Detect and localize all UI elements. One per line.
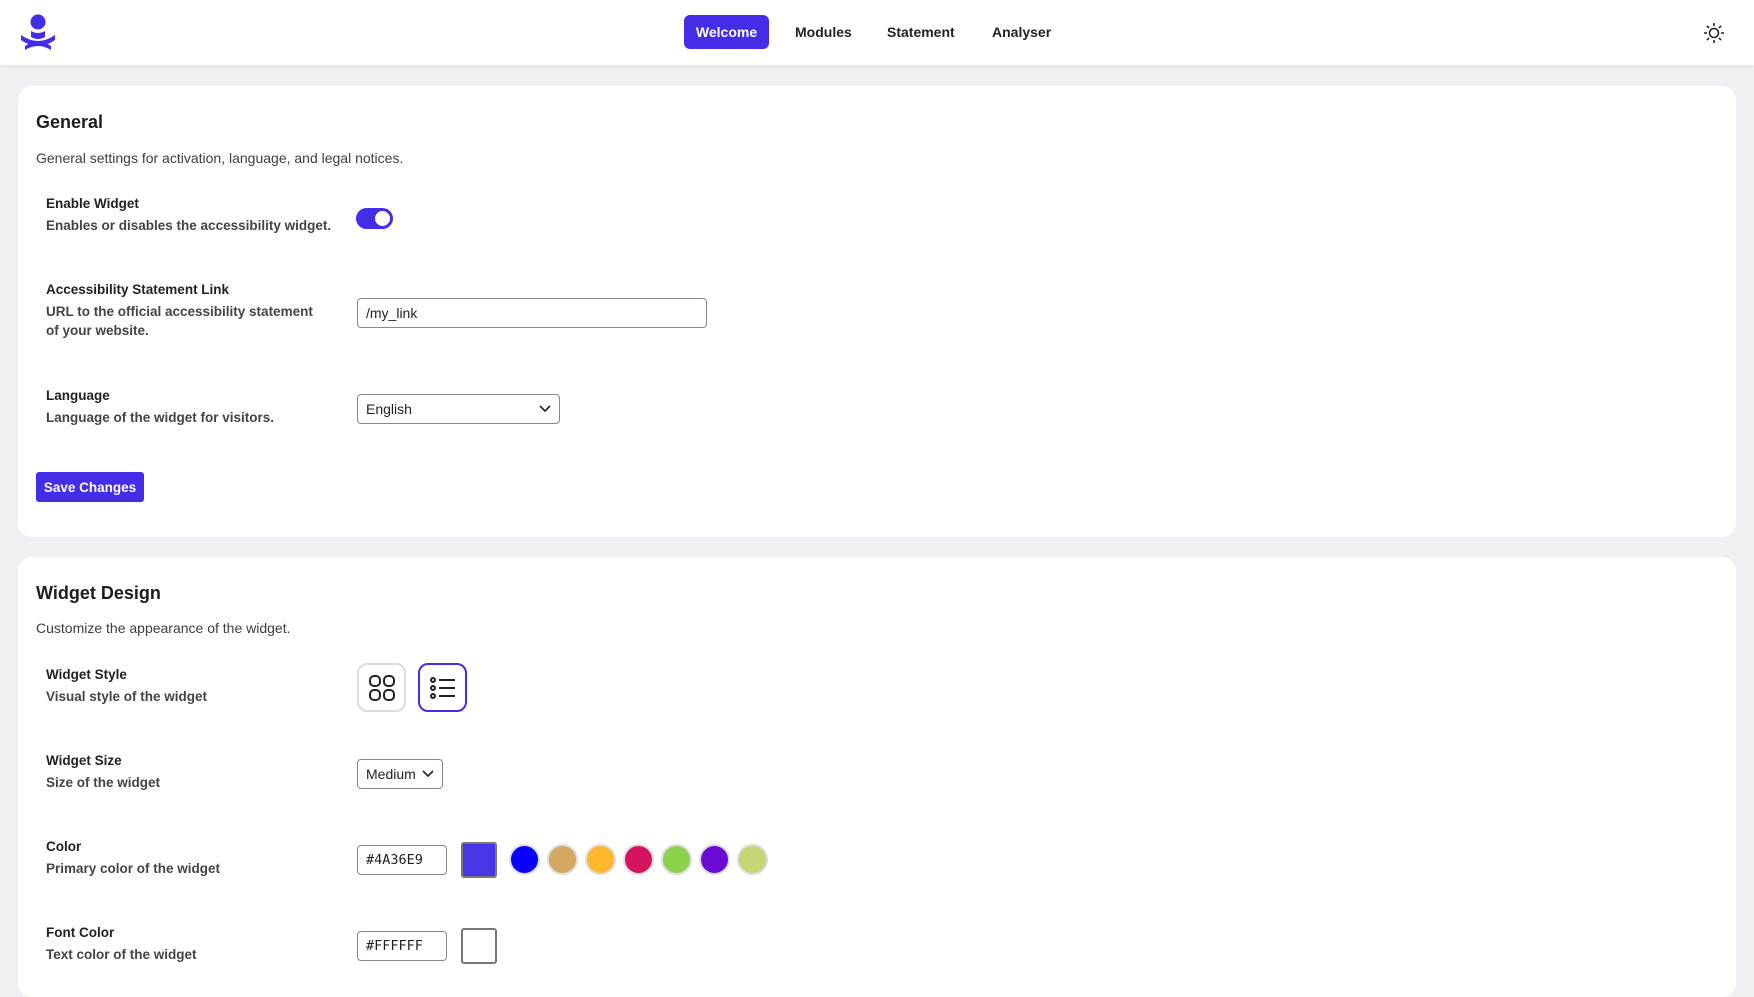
widget-size-value: Medium <box>366 766 416 782</box>
language-desc: Language of the widget for visitors. <box>46 410 275 425</box>
color-swatch[interactable] <box>461 842 497 878</box>
language-select[interactable]: English <box>357 394 560 424</box>
chevron-down-icon <box>539 405 551 413</box>
style-grid-button[interactable] <box>357 663 406 712</box>
sun-icon[interactable] <box>1703 22 1725 44</box>
color-preset-swatch[interactable] <box>699 844 730 875</box>
font-color-label: Font Color <box>46 925 115 940</box>
general-title: General <box>36 112 104 132</box>
top-header: Welcome Modules Statement Analyser <box>0 0 1754 65</box>
tab-modules[interactable]: Modules <box>780 15 867 49</box>
general-description: General settings for activation, languag… <box>36 150 404 166</box>
design-title: Widget Design <box>36 583 161 603</box>
style-list-button[interactable] <box>418 663 467 712</box>
enable-widget-desc: Enables or disables the accessibility wi… <box>46 218 332 233</box>
color-preset-swatch[interactable] <box>737 844 768 875</box>
save-changes-button[interactable]: Save Changes <box>36 472 144 502</box>
color-label: Color <box>46 839 82 854</box>
tab-welcome[interactable]: Welcome <box>684 15 769 49</box>
widget-style-desc: Visual style of the widget <box>46 689 208 704</box>
list-icon <box>429 676 455 699</box>
statement-link-desc: URL to the official accessibility statem… <box>46 304 313 338</box>
chevron-down-icon <box>422 770 434 778</box>
enable-widget-toggle[interactable] <box>356 208 393 229</box>
color-preset-swatch[interactable] <box>547 844 578 875</box>
person-logo-icon[interactable] <box>19 13 57 51</box>
color-desc: Primary color of the widget <box>46 861 221 876</box>
widget-design-card: Widget Design Customize the appearance o… <box>18 557 1736 997</box>
statement-link-label: Accessibility Statement Link <box>46 282 230 297</box>
language-value: English <box>366 401 412 417</box>
widget-size-desc: Size of the widget <box>46 775 161 790</box>
design-description: Customize the appearance of the widget. <box>36 620 291 636</box>
statement-link-input[interactable]: /my_link <box>357 298 707 328</box>
color-input[interactable]: #4A36E9 <box>357 845 447 875</box>
general-card: General General settings for activation,… <box>18 86 1736 537</box>
grid-icon <box>368 674 395 701</box>
font-color-input[interactable]: #FFFFFF <box>357 931 447 961</box>
font-color-desc: Text color of the widget <box>46 947 197 962</box>
widget-size-select[interactable]: Medium <box>357 759 443 789</box>
color-preset-swatch[interactable] <box>623 844 654 875</box>
widget-size-label: Widget Size <box>46 753 122 768</box>
font-color-swatch[interactable] <box>461 928 497 964</box>
color-preset-swatch[interactable] <box>661 844 692 875</box>
tab-statement[interactable]: Statement <box>872 15 970 49</box>
language-label: Language <box>46 388 110 403</box>
color-preset-swatch[interactable] <box>509 844 540 875</box>
widget-style-label: Widget Style <box>46 667 127 682</box>
enable-widget-label: Enable Widget <box>46 196 139 211</box>
tab-analyser[interactable]: Analyser <box>977 15 1066 49</box>
color-preset-swatch[interactable] <box>585 844 616 875</box>
